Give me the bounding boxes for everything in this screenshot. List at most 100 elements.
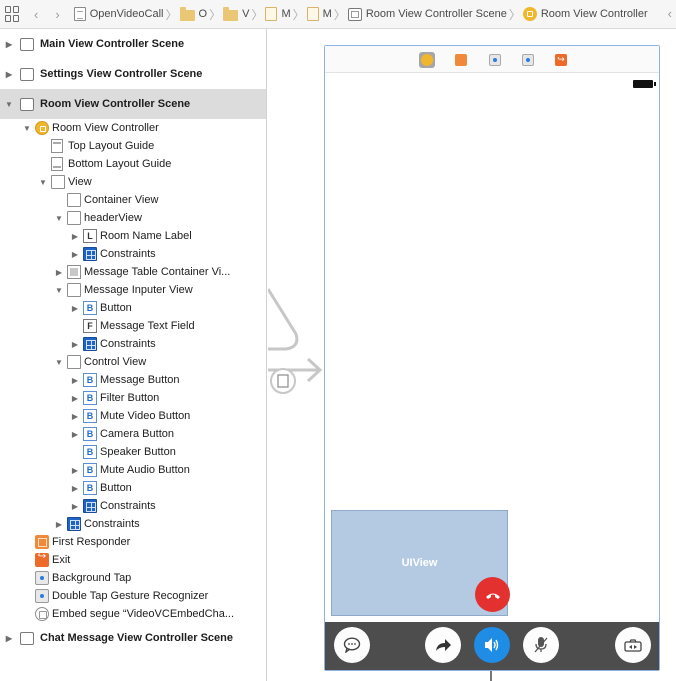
outline-control-button[interactable]: ▶ B Button xyxy=(0,479,266,497)
breadcrumb-folder-2[interactable]: V xyxy=(223,6,249,21)
segue-connector xyxy=(490,671,492,681)
storyboard-file-icon xyxy=(306,7,319,21)
scene-dock: ↪ xyxy=(325,46,659,73)
related-items-grid-icon[interactable] xyxy=(5,6,21,22)
outline-room-name-label[interactable]: ▶ L Room Name Label xyxy=(0,227,266,245)
breadcrumb-project[interactable]: OpenVideoCall xyxy=(73,7,163,21)
outline-message-button[interactable]: ▶ B Message Button xyxy=(0,371,266,389)
disclosure-expanded-icon[interactable]: ▼ xyxy=(22,124,32,133)
disclosure-expanded-icon[interactable]: ▼ xyxy=(54,214,64,223)
outline-inputer-button[interactable]: ▶ B Button xyxy=(0,299,266,317)
view-icon xyxy=(67,355,81,369)
outline-message-inputer-view[interactable]: ▼ Message Inputer View xyxy=(0,281,266,299)
outline-embed-segue[interactable]: Embed segue “VideoVCEmbedCha... xyxy=(0,605,266,623)
outline-room-view-controller[interactable]: ▼ Room View Controller xyxy=(0,119,266,137)
disclosure-expanded-icon[interactable]: ▼ xyxy=(54,286,64,295)
breadcrumb-scene[interactable]: Room View Controller Scene xyxy=(347,7,507,21)
outline-speaker-button[interactable]: B Speaker Button xyxy=(0,443,266,461)
disclosure-collapsed-icon[interactable]: ▶ xyxy=(54,268,64,277)
layout-guide-icon xyxy=(51,157,63,171)
back-arrow-icon[interactable]: ‹ xyxy=(34,7,38,22)
room-view-controller-frame[interactable]: ↪ UIView xyxy=(324,45,660,671)
container-view-icon xyxy=(67,265,81,279)
outline-container-view[interactable]: Container View xyxy=(0,191,266,209)
disclosure-expanded-icon[interactable]: ▼ xyxy=(38,178,48,187)
outline-message-text-field[interactable]: F Message Text Field xyxy=(0,317,266,335)
outline-top-layout-guide[interactable]: Top Layout Guide xyxy=(0,137,266,155)
storyboard-canvas[interactable]: ↪ UIView xyxy=(268,29,676,681)
outline-header-constraints[interactable]: ▶ Constraints xyxy=(0,245,266,263)
disclosure-collapsed-icon[interactable]: ▶ xyxy=(70,376,80,385)
first-responder-dock-icon[interactable] xyxy=(453,52,469,68)
disclosure-collapsed-icon[interactable]: ▶ xyxy=(70,484,80,493)
jump-bar-back-icon[interactable]: ‹ xyxy=(668,6,672,21)
scene-chat[interactable]: ▶ Chat Message View Controller Scene xyxy=(0,623,266,653)
disclosure-expanded-icon[interactable]: ▼ xyxy=(54,358,64,367)
disclosure-collapsed-icon[interactable]: ▶ xyxy=(4,40,14,49)
outline-camera-button[interactable]: ▶ B Camera Button xyxy=(0,425,266,443)
outline-exit[interactable]: Exit xyxy=(0,551,266,569)
outline-message-table-container[interactable]: ▶ Message Table Container Vi... xyxy=(0,263,266,281)
outline-header-view[interactable]: ▼ headerView xyxy=(0,209,266,227)
outline-background-tap[interactable]: Background Tap xyxy=(0,569,266,587)
disclosure-collapsed-icon[interactable]: ▶ xyxy=(70,304,80,313)
mute-audio-button[interactable] xyxy=(523,627,559,663)
disclosure-collapsed-icon[interactable]: ▶ xyxy=(70,250,80,259)
label-icon: L xyxy=(83,229,97,243)
disclosure-expanded-icon[interactable]: ▼ xyxy=(4,100,14,109)
forward-arrow-icon[interactable]: › xyxy=(55,7,59,22)
breadcrumb-folder-1[interactable]: O xyxy=(179,6,207,21)
disclosure-collapsed-icon[interactable]: ▶ xyxy=(70,394,80,403)
view-icon xyxy=(67,211,81,225)
breadcrumb-controller[interactable]: Room View Controller xyxy=(522,7,648,21)
speaker-button[interactable] xyxy=(474,627,510,663)
outline-bottom-layout-guide[interactable]: Bottom Layout Guide xyxy=(0,155,266,173)
outline-inputer-constraints[interactable]: ▶ Constraints xyxy=(0,335,266,353)
battery-icon xyxy=(633,80,656,88)
disclosure-collapsed-icon[interactable]: ▶ xyxy=(70,340,80,349)
disclosure-collapsed-icon[interactable]: ▶ xyxy=(54,520,64,529)
share-button[interactable] xyxy=(425,627,461,663)
view-controller-icon xyxy=(522,7,537,21)
switch-camera-button[interactable] xyxy=(615,627,651,663)
outline-first-responder[interactable]: First Responder xyxy=(0,533,266,551)
disclosure-collapsed-icon[interactable]: ▶ xyxy=(4,634,14,643)
button-icon: B xyxy=(83,409,97,423)
disclosure-collapsed-icon[interactable]: ▶ xyxy=(70,502,80,511)
exit-dock-icon[interactable]: ↪ xyxy=(553,52,569,68)
disclosure-collapsed-icon[interactable]: ▶ xyxy=(70,466,80,475)
disclosure-collapsed-icon[interactable]: ▶ xyxy=(70,412,80,421)
background-tap-dock-icon[interactable] xyxy=(487,52,503,68)
breadcrumb-file-2[interactable]: M xyxy=(306,7,332,21)
outline-view-constraints[interactable]: ▶ Constraints xyxy=(0,515,266,533)
scene-icon xyxy=(20,97,34,111)
mute-mic-icon xyxy=(534,637,548,653)
disclosure-collapsed-icon[interactable]: ▶ xyxy=(4,70,14,79)
disclosure-collapsed-icon[interactable]: ▶ xyxy=(70,430,80,439)
exit-icon xyxy=(35,551,49,567)
disclosure-collapsed-icon[interactable]: ▶ xyxy=(70,232,80,241)
scene-settings[interactable]: ▶ Settings View Controller Scene xyxy=(0,59,266,89)
outline-view[interactable]: ▼ View xyxy=(0,173,266,191)
scene-icon xyxy=(20,37,34,51)
outline-mute-audio-button[interactable]: ▶ B Mute Audio Button xyxy=(0,461,266,479)
message-button[interactable] xyxy=(334,627,370,663)
scene-room[interactable]: ▼ Room View Controller Scene xyxy=(0,89,266,119)
breadcrumb-separator: 〉 xyxy=(251,7,264,22)
share-icon xyxy=(436,639,451,651)
outline-control-constraints[interactable]: ▶ Constraints xyxy=(0,497,266,515)
outline-control-view[interactable]: ▼ Control View xyxy=(0,353,266,371)
constraints-icon xyxy=(67,517,81,531)
outline-mute-video-button[interactable]: ▶ B Mute Video Button xyxy=(0,407,266,425)
view-controller-dock-icon[interactable] xyxy=(419,52,435,68)
button-icon: B xyxy=(83,445,97,459)
segue-arrow[interactable] xyxy=(268,29,328,449)
breadcrumb-separator: 〉 xyxy=(165,7,178,22)
double-tap-dock-icon[interactable] xyxy=(520,52,536,68)
outline-filter-button[interactable]: ▶ B Filter Button xyxy=(0,389,266,407)
scene-main[interactable]: ▶ Main View Controller Scene xyxy=(0,29,266,59)
tap-gesture-icon xyxy=(35,589,49,603)
breadcrumb-file-1[interactable]: M xyxy=(265,7,291,21)
hangup-button[interactable] xyxy=(475,577,510,612)
outline-double-tap[interactable]: Double Tap Gesture Recognizer xyxy=(0,587,266,605)
